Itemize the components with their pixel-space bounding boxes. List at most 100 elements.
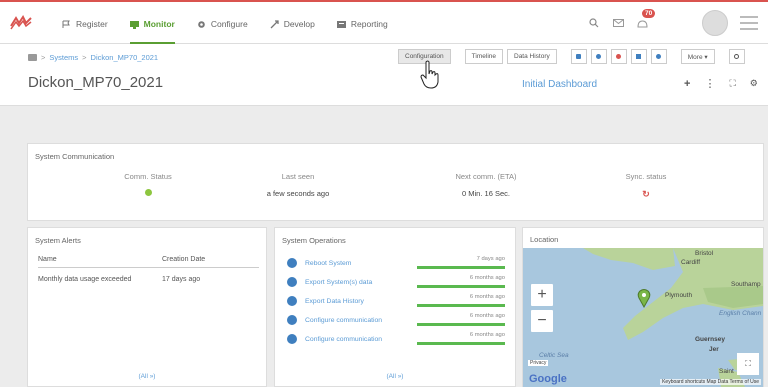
fullscreen-icon[interactable]: ⛶ [729, 78, 735, 89]
report-icon [336, 20, 346, 28]
zoom-in-button[interactable]: + [531, 284, 553, 306]
nav-develop[interactable]: Develop [270, 12, 315, 36]
develop-icon [270, 19, 279, 28]
sync-action-button[interactable] [610, 49, 627, 64]
nav-reporting[interactable]: Reporting [336, 12, 388, 36]
dashboard-title[interactable]: Initial Dashboard [522, 79, 597, 90]
map-footer-links[interactable]: Keyboard shortcuts Map Data Terms of Use [660, 379, 761, 385]
alerts-table-header: Name Creation Date [38, 256, 259, 268]
dashboard-actions: + ⋮ ⛶ ⚙ [684, 77, 758, 91]
flag-icon [62, 20, 70, 28]
breadcrumb-separator: > [41, 53, 46, 62]
system-toolbar: Configuration Timeline Data History More… [398, 49, 745, 64]
notifications-badge: 70 [642, 9, 656, 18]
list-item[interactable]: Configure communication 6 months ago [287, 313, 505, 327]
settings-action-button[interactable] [650, 49, 667, 64]
progress-bar [417, 266, 505, 269]
nav-register[interactable]: Register [62, 12, 108, 36]
system-header: > Systems > Dickon_MP70_2021 Dickon_MP70… [0, 44, 768, 106]
sync-error-icon: ↻ [642, 189, 650, 199]
notifications-icon[interactable]: 70 [636, 9, 656, 29]
configure-icon [287, 315, 297, 325]
next-comm: Next comm. (ETA) 0 Min. 16 Sec. [396, 172, 576, 198]
history-button[interactable] [728, 49, 745, 64]
list-item[interactable]: Reboot System 7 days ago [287, 256, 505, 270]
map-privacy-link[interactable]: Privacy [528, 360, 549, 366]
search-icon[interactable] [588, 17, 600, 29]
system-alerts-panel: System Alerts Name Creation Date Monthly… [27, 227, 267, 387]
more-vertical-icon[interactable]: ⋮ [704, 77, 715, 90]
map-label-cardiff: Cardiff [681, 259, 701, 266]
progress-bar [417, 304, 505, 307]
map[interactable]: Bristol Cardiff Southamp Plymouth Englis… [523, 248, 763, 387]
top-navigation-bar: Register Monitor Configure Develop Repor… [0, 0, 768, 44]
last-seen-value: a few seconds ago [266, 189, 330, 198]
menu-icon[interactable] [740, 16, 758, 30]
alert-name: Monthly data usage exceeded [38, 276, 132, 283]
timeline-button[interactable]: Timeline [464, 49, 503, 64]
panel-title: System Operations [282, 236, 346, 245]
panel-title: System Communication [35, 152, 115, 161]
nav-configure-label: Configure [210, 19, 248, 29]
nav-monitor-label: Monitor [143, 19, 175, 29]
system-operations-panel: System Operations Reboot System 7 days a… [274, 227, 516, 387]
all-alerts-link[interactable]: (All ») [28, 373, 266, 380]
avatar[interactable] [702, 10, 728, 36]
list-item[interactable]: Configure communication 6 months ago [287, 332, 505, 346]
map-label-bristol: Bristol [695, 250, 714, 257]
operation-label: Configure communication [305, 335, 383, 343]
progress-bar [417, 323, 505, 326]
map-fullscreen-button[interactable]: ⛶ [737, 353, 759, 375]
history-icon [734, 54, 740, 59]
export-icon [287, 277, 297, 287]
column-name[interactable]: Name [38, 256, 162, 263]
more-button[interactable]: More ▾ [680, 49, 715, 64]
breadcrumb-current[interactable]: Dickon_MP70_2021 [91, 53, 159, 62]
list-item[interactable]: Export Data History 6 months ago [287, 294, 505, 308]
table-row[interactable]: Monthly data usage exceeded 17 days ago [38, 276, 259, 283]
map-marker-icon[interactable] [637, 288, 651, 308]
map-label-celtic-sea: Celtic Sea [539, 352, 569, 359]
map-label-guernsey: Guernsey [695, 336, 725, 343]
nav-configure[interactable]: Configure [197, 12, 248, 36]
settings-icon[interactable]: ⚙ [750, 78, 758, 89]
breadcrumb-systems[interactable]: Systems [49, 53, 78, 62]
panel-title: System Alerts [35, 236, 81, 245]
monitor-icon [129, 20, 139, 29]
company-logo[interactable] [10, 14, 32, 30]
refresh-action-button[interactable] [570, 49, 587, 64]
all-operations-link[interactable]: (All ») [275, 373, 515, 380]
last-seen-label: Last seen [281, 172, 315, 181]
map-label-saint: Saint [719, 368, 734, 375]
operation-label: Reboot System [305, 259, 352, 267]
last-seen: Last seen a few seconds ago [208, 172, 388, 198]
operation-label: Export Data History [305, 297, 364, 305]
refresh-icon [576, 54, 582, 59]
map-label-jersey: Jer [709, 346, 719, 353]
map-label-plymouth: Plymouth [665, 292, 693, 299]
operation-time: 6 months ago [469, 332, 505, 338]
map-label-channel: English Chann [719, 310, 762, 317]
mail-icon[interactable] [612, 17, 624, 29]
sync-status: Sync. status ↻ [556, 172, 736, 200]
zoom-out-button[interactable]: − [531, 310, 553, 332]
gear-icon [198, 20, 205, 28]
upload-action-button[interactable] [630, 49, 647, 64]
operation-time: 6 months ago [469, 294, 505, 300]
column-creation-date[interactable]: Creation Date [162, 256, 205, 263]
configure-icon [287, 334, 297, 344]
breadcrumb: > Systems > Dickon_MP70_2021 [28, 53, 158, 62]
list-item[interactable]: Export System(s) data 6 months ago [287, 275, 505, 289]
nav-reporting-label: Reporting [350, 19, 388, 29]
main-nav: Register Monitor Configure Develop Repor… [62, 12, 410, 44]
data-history-button[interactable]: Data History [507, 49, 557, 64]
breadcrumb-separator: > [82, 53, 87, 62]
comm-action-button[interactable] [590, 49, 607, 64]
add-icon[interactable]: + [684, 78, 690, 90]
reboot-icon [287, 258, 297, 268]
hand-cursor-icon [420, 60, 439, 89]
wrench-icon [656, 54, 662, 59]
alert-date: 17 days ago [162, 276, 201, 283]
grid-icon[interactable] [28, 54, 37, 61]
nav-monitor[interactable]: Monitor [129, 12, 176, 44]
